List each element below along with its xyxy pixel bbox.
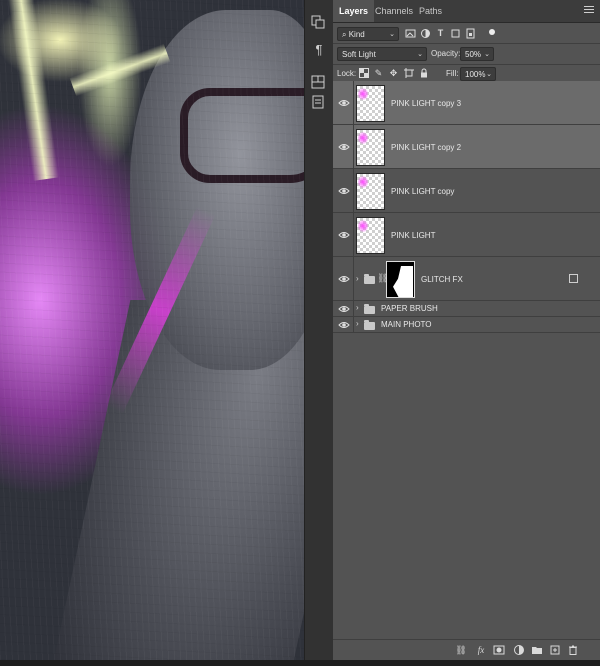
document-canvas[interactable] bbox=[0, 0, 304, 660]
chevron-right-icon[interactable]: › bbox=[356, 319, 359, 328]
panel-menu-icon[interactable] bbox=[584, 6, 594, 14]
layer-row[interactable]: › PAPER BRUSH bbox=[333, 301, 600, 317]
chevron-down-icon: ⌄ bbox=[389, 31, 395, 38]
new-layer-icon[interactable] bbox=[549, 644, 561, 656]
notes-icon[interactable] bbox=[310, 94, 328, 110]
panel-tab-bar: Layers Channels Paths bbox=[333, 0, 600, 23]
new-group-icon[interactable] bbox=[531, 644, 543, 656]
tab-paths[interactable]: Paths bbox=[413, 0, 448, 22]
visibility-eye-icon[interactable] bbox=[338, 273, 350, 285]
smart-object-filter-icon[interactable] bbox=[465, 28, 476, 39]
layers-bottom-bar: ⛓ fx bbox=[333, 639, 600, 660]
layer-thumbnail bbox=[356, 217, 385, 254]
collapsed-panel-strip: ¶ bbox=[304, 0, 334, 660]
folder-icon bbox=[364, 274, 375, 284]
image-filter-icon[interactable] bbox=[405, 28, 416, 39]
kind-filter-label: Kind bbox=[348, 30, 365, 39]
blend-mode-select[interactable]: Soft Light ⌄ bbox=[337, 47, 427, 61]
photo-grain-texture bbox=[0, 0, 304, 660]
chevron-right-icon[interactable]: › bbox=[356, 303, 359, 312]
fx-icon[interactable]: fx bbox=[475, 644, 487, 656]
visibility-eye-icon[interactable] bbox=[338, 229, 350, 241]
type-filter-icon[interactable]: T bbox=[435, 28, 446, 39]
status-strip bbox=[0, 660, 600, 666]
layer-name: PAPER BRUSH bbox=[381, 304, 438, 313]
visibility-eye-icon[interactable] bbox=[338, 185, 350, 197]
fill-label: Fill: bbox=[446, 69, 459, 78]
visibility-eye-icon[interactable] bbox=[338, 319, 350, 331]
adjustment-layer-icon[interactable] bbox=[513, 644, 525, 656]
visibility-eye-icon[interactable] bbox=[338, 141, 350, 153]
opacity-field[interactable]: 50% ⌄ bbox=[460, 47, 494, 61]
link-icon[interactable]: ⛓ bbox=[455, 644, 467, 656]
delete-icon[interactable] bbox=[567, 644, 579, 656]
layer-name: MAIN PHOTO bbox=[381, 320, 432, 329]
lock-all-icon[interactable] bbox=[418, 68, 429, 79]
filter-toggle-icon[interactable] bbox=[489, 29, 495, 35]
fill-field[interactable]: 100% ⌄ bbox=[460, 67, 496, 81]
filter-row: ⌕ Kind ⌄ T bbox=[333, 23, 600, 43]
layer-thumbnail bbox=[356, 173, 385, 210]
folder-icon bbox=[364, 304, 375, 314]
layer-row[interactable]: PINK LIGHT bbox=[333, 213, 600, 257]
visibility-eye-icon[interactable] bbox=[338, 303, 350, 315]
add-mask-icon[interactable] bbox=[493, 644, 505, 656]
layer-name: PINK LIGHT copy bbox=[391, 187, 455, 196]
layer-name: PINK LIGHT copy 2 bbox=[391, 143, 462, 152]
lock-position-icon[interactable]: ✥ bbox=[388, 68, 399, 79]
layer-name: GLITCH FX bbox=[421, 275, 463, 284]
chevron-down-icon: ⌄ bbox=[417, 51, 423, 58]
layer-mask-thumbnail[interactable] bbox=[386, 261, 415, 298]
lock-image-pixels-icon[interactable]: ✎ bbox=[373, 68, 384, 79]
blend-row: Soft Light ⌄ Opacity: 50% ⌄ bbox=[333, 44, 600, 64]
layer-row[interactable]: PINK LIGHT copy 3 bbox=[333, 81, 600, 125]
kind-filter-select[interactable]: ⌕ Kind ⌄ bbox=[337, 27, 399, 41]
shape-filter-icon[interactable] bbox=[450, 28, 461, 39]
smart-filter-icon bbox=[569, 274, 578, 283]
search-icon: ⌕ bbox=[342, 30, 347, 39]
opacity-label: Opacity: bbox=[431, 49, 461, 58]
folder-icon bbox=[364, 320, 375, 330]
paragraph-icon[interactable]: ¶ bbox=[310, 42, 328, 58]
layer-name: PINK LIGHT bbox=[391, 231, 436, 240]
layer-thumbnail bbox=[356, 85, 385, 122]
chevron-down-icon: ⌄ bbox=[486, 71, 492, 78]
layers-list: PINK LIGHT copy 3 PINK LIGHT copy 2 PINK… bbox=[333, 81, 600, 333]
layer-row[interactable]: › MAIN PHOTO bbox=[333, 317, 600, 333]
visibility-eye-icon[interactable] bbox=[338, 97, 350, 109]
opacity-value: 50% bbox=[465, 50, 482, 59]
lock-artboard-icon[interactable] bbox=[403, 68, 414, 79]
tab-layers[interactable]: Layers bbox=[333, 0, 375, 22]
layer-row[interactable]: PINK LIGHT copy 2 bbox=[333, 125, 600, 169]
fill-value: 100% bbox=[465, 70, 486, 79]
chevron-right-icon[interactable]: › bbox=[356, 274, 359, 283]
lock-transparent-pixels-icon[interactable] bbox=[358, 68, 369, 79]
blend-mode-value: Soft Light bbox=[342, 50, 376, 59]
properties-icon[interactable] bbox=[310, 74, 328, 90]
layer-row[interactable]: › ⛓ GLITCH FX bbox=[333, 257, 600, 301]
history-icon[interactable] bbox=[310, 14, 328, 30]
layer-thumbnail bbox=[356, 129, 385, 166]
layers-panel: Layers Channels Paths ⌕ Kind ⌄ T Soft Li… bbox=[333, 0, 600, 660]
chevron-down-icon: ⌄ bbox=[484, 51, 490, 58]
layer-name: PINK LIGHT copy 3 bbox=[391, 99, 462, 108]
lock-label: Lock: bbox=[337, 69, 357, 78]
tab-channels[interactable]: Channels bbox=[369, 0, 419, 22]
adjustment-filter-icon[interactable] bbox=[420, 28, 431, 39]
layer-row[interactable]: PINK LIGHT copy bbox=[333, 169, 600, 213]
